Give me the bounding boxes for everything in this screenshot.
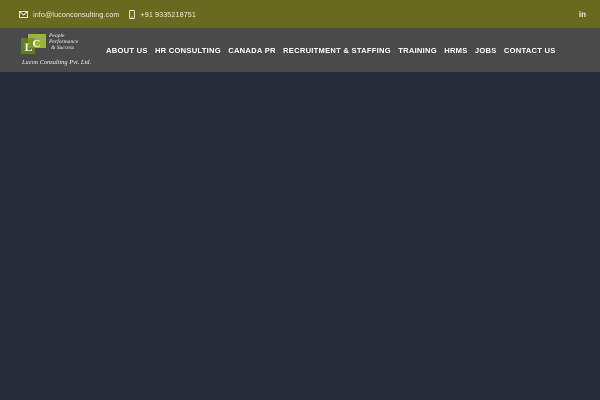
nav-recruitment-staffing[interactable]: RECRUITMENT & STAFFING <box>283 46 391 55</box>
nav-jobs[interactable]: JOBS <box>475 46 497 55</box>
main-navbar: L C People Performance & Success Lucon C… <box>0 28 600 72</box>
email-contact[interactable]: info@luconconsulting.com <box>19 10 119 19</box>
envelope-icon <box>19 10 28 18</box>
phone-contact[interactable]: +91 9335218751 <box>129 10 196 19</box>
logo-tagline: People Performance & Success <box>49 33 95 52</box>
nav-hrms[interactable]: HRMS <box>444 46 467 55</box>
svg-text:C: C <box>33 38 41 50</box>
linkedin-icon[interactable]: in <box>579 10 586 19</box>
logo-company-name: Lucon Consulting Pvt. Ltd. <box>22 59 92 66</box>
hero-section <box>0 72 600 400</box>
tagline-line: & Success <box>51 45 75 52</box>
email-link[interactable]: info@luconconsulting.com <box>33 10 119 19</box>
nav-contact-us[interactable]: CONTACT US <box>504 46 556 55</box>
company-logo[interactable]: L C People Performance & Success Lucon C… <box>21 32 95 68</box>
main-menu: ABOUT US HR CONSULTING CANADA PR RECRUIT… <box>106 28 563 72</box>
top-bar: info@luconconsulting.com +91 9335218751 … <box>0 0 600 28</box>
lucon-logo-mark-icon: L C <box>21 34 46 54</box>
phone-link[interactable]: +91 9335218751 <box>140 10 196 19</box>
nav-training[interactable]: TRAINING <box>398 46 437 55</box>
nav-canada-pr[interactable]: CANADA PR <box>228 46 276 55</box>
nav-hr-consulting[interactable]: HR CONSULTING <box>155 46 221 55</box>
nav-about-us[interactable]: ABOUT US <box>106 46 148 55</box>
svg-text:L: L <box>25 40 33 54</box>
mobile-phone-icon <box>129 9 136 19</box>
